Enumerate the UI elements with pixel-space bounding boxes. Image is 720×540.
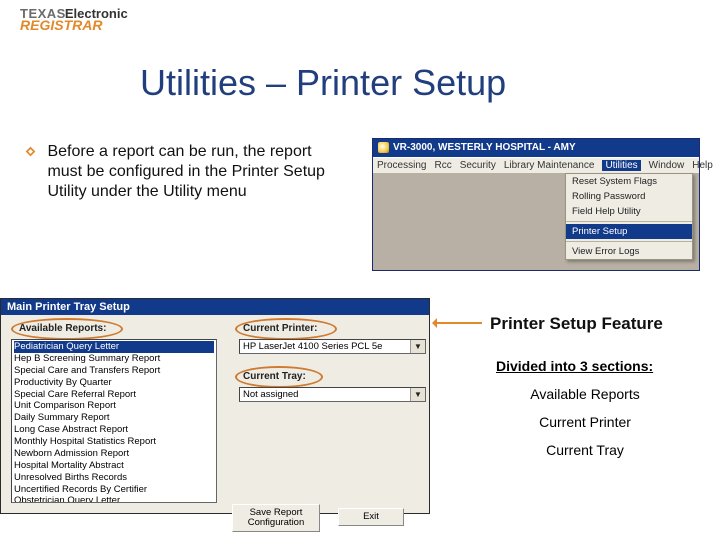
chevron-down-icon[interactable]: ▼ — [410, 388, 425, 401]
app-menubar[interactable]: Processing Rcc Security Library Maintenance… — [373, 157, 699, 174]
intro-bullet: Before a report can be run, the report m… — [24, 142, 364, 202]
bullet-icon — [24, 145, 37, 158]
label-current-printer: Current Printer: — [243, 323, 317, 334]
list-item[interactable]: Monthly Hospital Statistics Report — [14, 436, 214, 448]
dropdown-item[interactable]: View Error Logs — [566, 244, 692, 259]
list-item[interactable]: Special Care Referral Report — [14, 389, 214, 401]
app-window: VR-3000, WESTERLY HOSPITAL - AMY Process… — [372, 138, 700, 271]
list-item[interactable]: Newborn Admission Report — [14, 448, 214, 460]
menu-item[interactable]: Security — [460, 160, 496, 171]
menu-item[interactable]: Processing — [377, 160, 426, 171]
logo: TEXASElectronic REGISTRAR — [20, 6, 128, 32]
app-title-text: VR-3000, WESTERLY HOSPITAL - AMY — [393, 142, 576, 153]
list-item[interactable]: Productivity By Quarter — [14, 377, 214, 389]
intro-text: Before a report can be run, the report m… — [47, 142, 347, 202]
dropdown-item[interactable]: Rolling Password — [566, 189, 692, 204]
current-tray-select[interactable]: Not assigned ▼ — [239, 387, 426, 402]
section-current-printer: Current Printer — [485, 414, 685, 430]
printer-setup-window: Main Printer Tray Setup Available Report… — [0, 298, 430, 514]
chevron-down-icon[interactable]: ▼ — [410, 340, 425, 353]
current-tray-value: Not assigned — [243, 389, 298, 400]
list-item[interactable]: Special Care and Transfers Report — [14, 365, 214, 377]
menu-item[interactable]: Library Maintenance — [504, 160, 595, 171]
utilities-dropdown[interactable]: Reset System FlagsRolling PasswordField … — [565, 173, 693, 260]
list-item[interactable]: Long Case Abstract Report — [14, 424, 214, 436]
app-icon — [378, 142, 389, 153]
list-item[interactable]: Daily Summary Report — [14, 412, 214, 424]
divided-heading: Divided into 3 sections: — [496, 358, 653, 374]
menu-item[interactable]: Rcc — [434, 160, 451, 171]
list-item[interactable]: Pediatrician Query Letter — [14, 341, 214, 353]
current-printer-select[interactable]: HP LaserJet 4100 Series PCL 5e ▼ — [239, 339, 426, 354]
section-current-tray: Current Tray — [485, 442, 685, 458]
dropdown-item[interactable]: Printer Setup — [566, 224, 692, 239]
printer-setup-titlebar: Main Printer Tray Setup — [1, 299, 429, 315]
list-item[interactable]: Uncertified Records By Certifier — [14, 484, 214, 496]
exit-button[interactable]: Exit — [338, 508, 404, 526]
current-printer-value: HP LaserJet 4100 Series PCL 5e — [243, 341, 382, 352]
dropdown-item[interactable]: Field Help Utility — [566, 204, 692, 219]
list-item[interactable]: Hospital Mortality Abstract — [14, 460, 214, 472]
save-button[interactable]: Save Report Configuration — [232, 504, 320, 532]
list-item[interactable]: Obstetrician Query Letter — [14, 495, 214, 503]
feature-heading: Printer Setup Feature — [490, 314, 663, 334]
label-available-reports: Available Reports: — [19, 323, 106, 334]
list-item[interactable]: Hep B Screening Summary Report — [14, 353, 214, 365]
label-current-tray: Current Tray: — [243, 371, 306, 382]
callout-arrow-icon — [434, 322, 482, 324]
list-item[interactable]: Unresolved Births Records — [14, 472, 214, 484]
dropdown-item[interactable]: Reset System Flags — [566, 174, 692, 189]
app-body: Reset System FlagsRolling PasswordField … — [373, 174, 699, 270]
section-available-reports: Available Reports — [485, 386, 685, 402]
app-titlebar: VR-3000, WESTERLY HOSPITAL - AMY — [373, 139, 699, 157]
menu-item[interactable]: Help — [692, 160, 713, 171]
page-title: Utilities – Printer Setup — [140, 62, 506, 104]
available-reports-list[interactable]: Pediatrician Query LetterHep B Screening… — [11, 339, 217, 503]
menu-item[interactable]: Window — [649, 160, 685, 171]
list-item[interactable]: Unit Comparison Report — [14, 400, 214, 412]
menu-item[interactable]: Utilities — [602, 160, 640, 171]
